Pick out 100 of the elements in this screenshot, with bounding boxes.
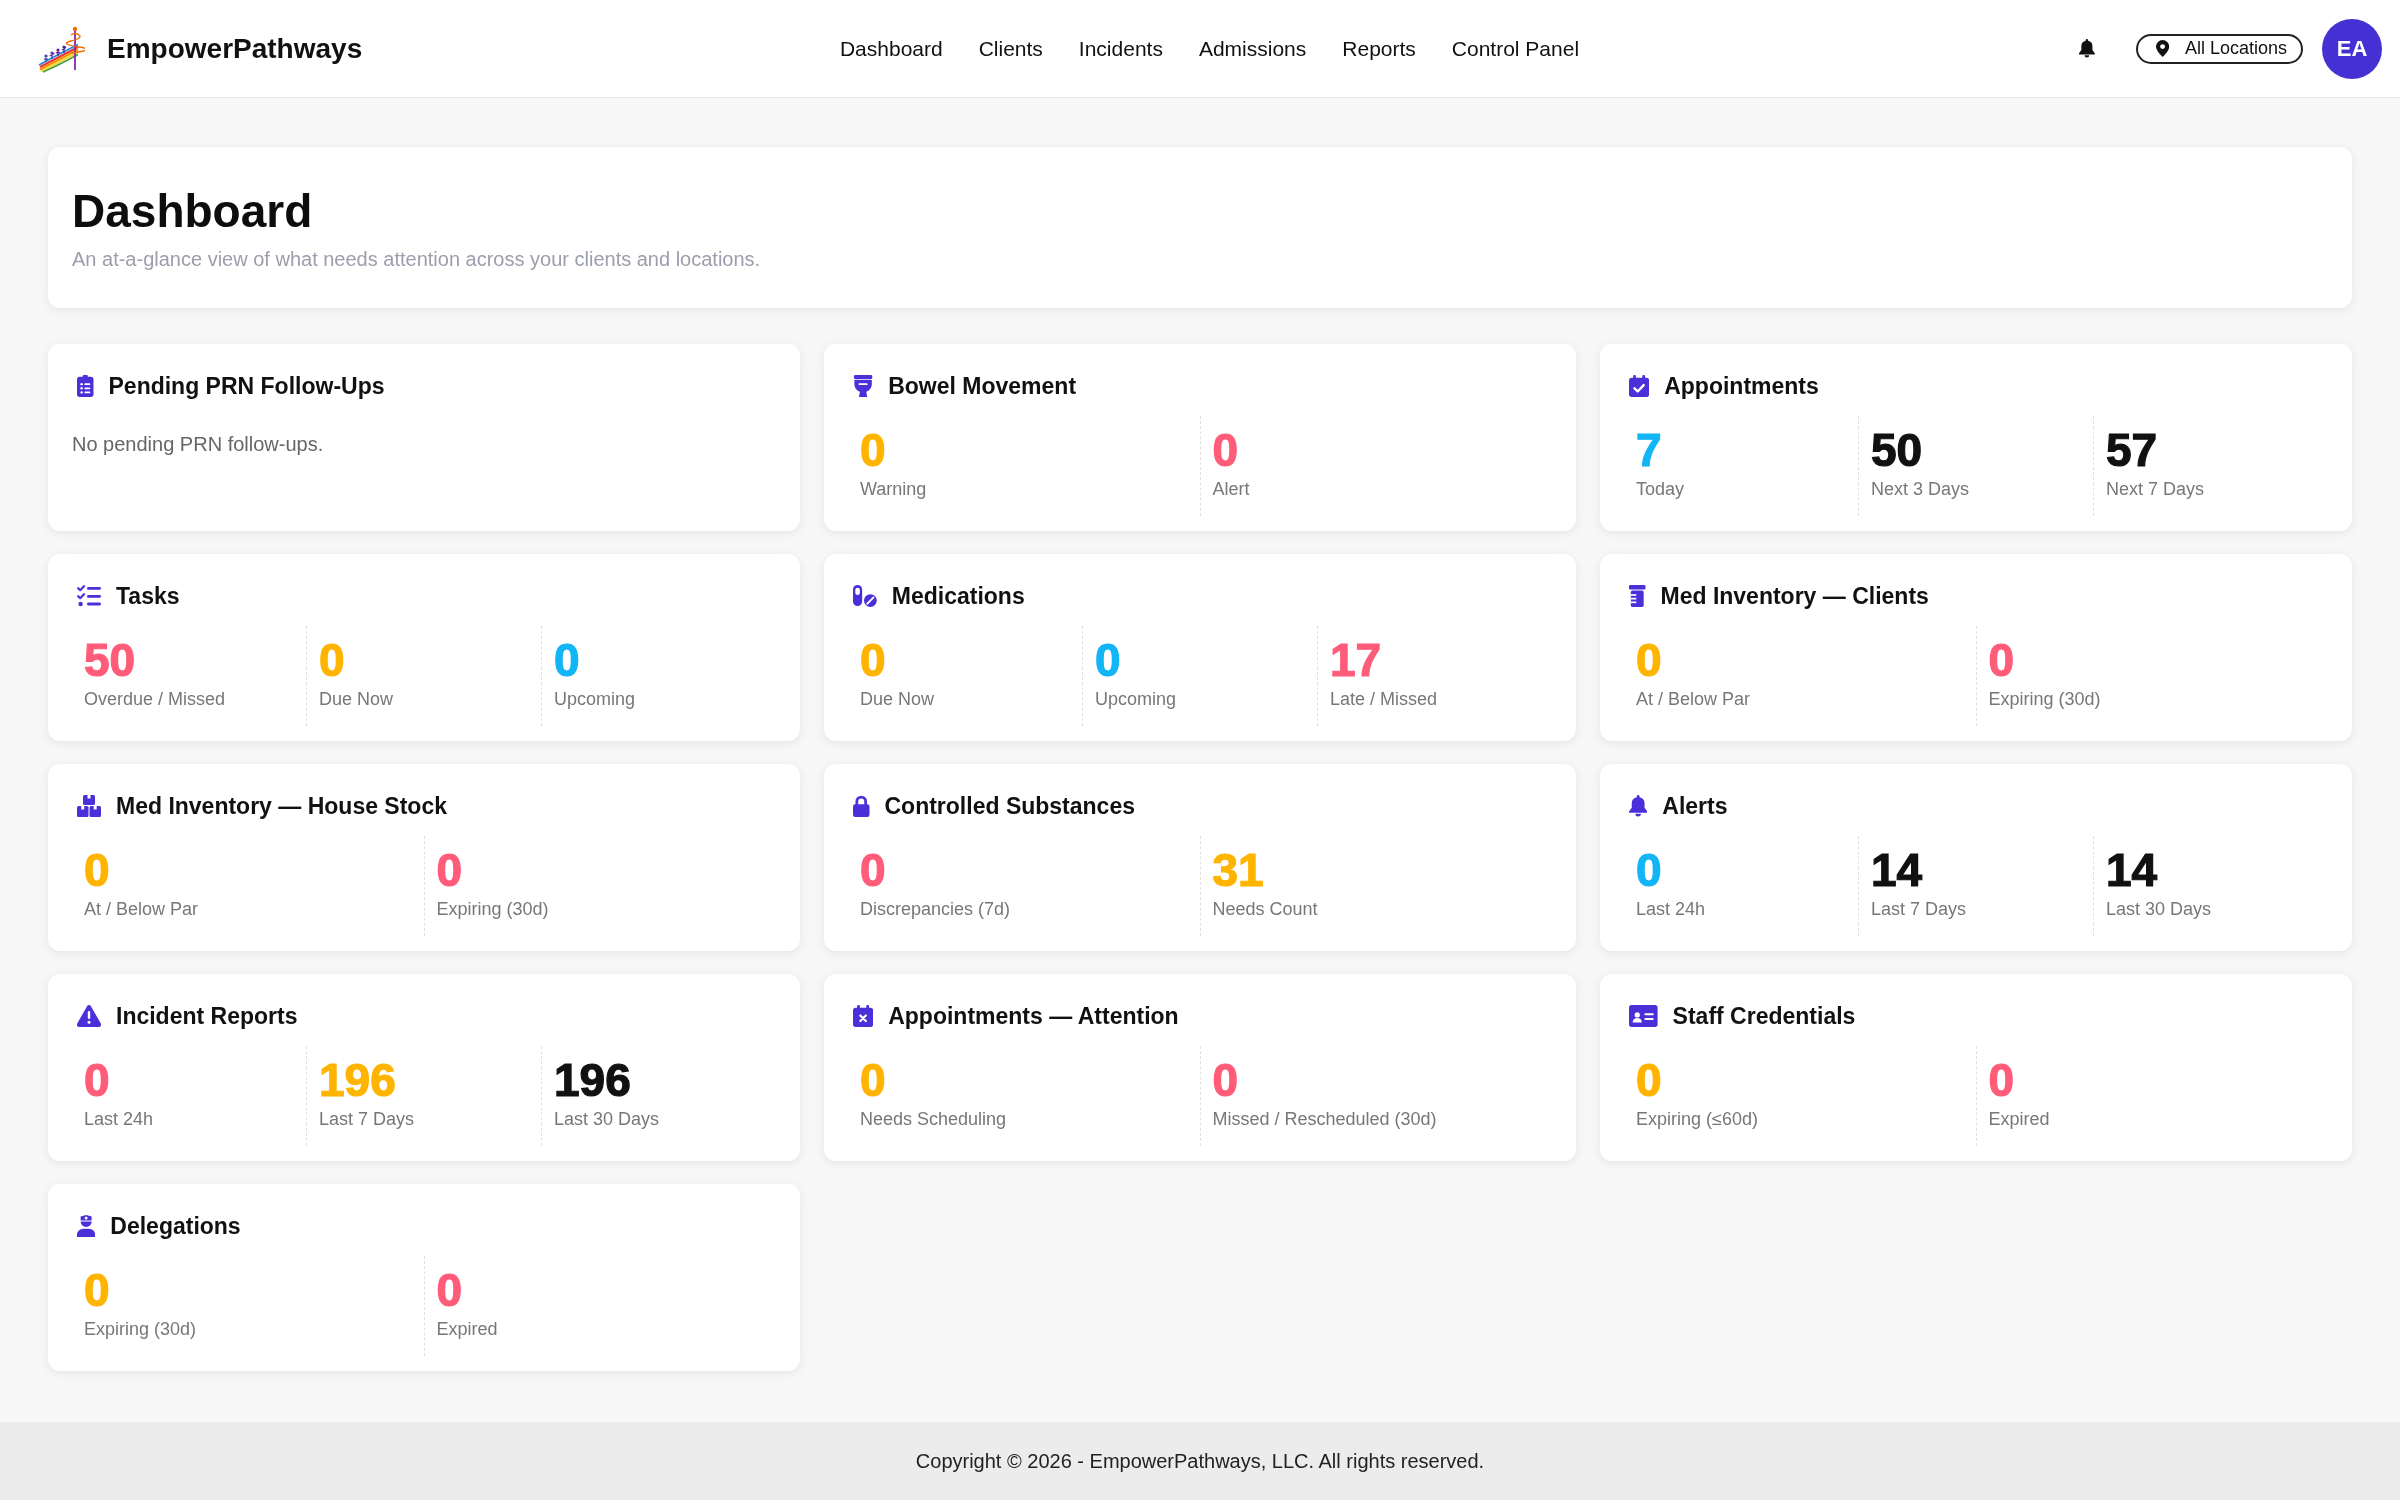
stat-value: 0 (1636, 1054, 1662, 1106)
stat-label: Upcoming (554, 688, 636, 711)
stat-label: Last 24h (84, 1108, 154, 1131)
stat-value: 14 (1871, 844, 1923, 896)
card-title: Appointments — Attention (888, 1002, 1179, 1031)
stat-value: 0 (860, 424, 886, 476)
list-check-icon (77, 585, 101, 607)
card-title: Alerts (1662, 792, 1728, 821)
calendar-x-icon (853, 1005, 874, 1027)
stat-label: At / Below Par (84, 898, 199, 921)
stat-value: 0 (1636, 634, 1662, 686)
stat-value: 50 (84, 634, 136, 686)
stat-label: Expiring (30d) (1988, 688, 2101, 711)
stat-label: Late / Missed (1330, 688, 1438, 711)
stat-value: 17 (1330, 634, 1382, 686)
stat-label: Expired (1988, 1108, 2050, 1131)
copyright-text: Copyright © 2026 - EmpowerPathways, LLC. All rights reserved. (915, 1449, 1485, 1473)
card-title: Staff Credentials (1672, 1002, 1856, 1031)
warning-icon (77, 1005, 101, 1027)
calendar-check-icon (1629, 375, 1650, 397)
stat-value: 0 (319, 634, 345, 686)
notification-bell-icon[interactable] (2078, 39, 2095, 58)
stat-value: 0 (1212, 1054, 1239, 1106)
stat-label: Last 7 Days (1871, 898, 1967, 921)
card-title: Incident Reports (116, 1002, 298, 1031)
card-title: Delegations (110, 1212, 241, 1241)
stat-value: 0 (84, 844, 110, 896)
nav-link[interactable]: Control Panel (1451, 36, 1580, 61)
stat-label: Discrepancies (7d) (860, 898, 1011, 921)
stat-value: 0 (860, 634, 886, 686)
card-title: Pending PRN Follow-Ups (108, 372, 385, 401)
stat-label: Next 7 Days (2106, 478, 2205, 501)
stat-value: 0 (1095, 634, 1121, 686)
stat-label: Warning (860, 478, 927, 501)
stat-value: 196 (319, 1054, 396, 1106)
location-button[interactable]: All Locations (2135, 33, 2303, 64)
stat-value: 0 (860, 844, 886, 896)
stat-value: 50 (1871, 424, 1923, 476)
stat-label: Today (1636, 478, 1685, 501)
stat-label: Needs Scheduling (860, 1108, 1007, 1131)
stat-label: At / Below Par (1636, 688, 1751, 711)
toilet-icon (853, 375, 874, 397)
card-title: Medications (891, 582, 1025, 611)
card-title: Bowel Movement (888, 372, 1077, 401)
stat-label: Last 7 Days (319, 1108, 415, 1131)
nav-link[interactable]: Reports (1342, 36, 1416, 61)
stat-value: 0 (554, 634, 580, 686)
stat-value: 196 (554, 1054, 631, 1106)
stat-value: 0 (436, 1264, 463, 1316)
pill-bottle-icon (1629, 585, 1646, 607)
empty-message: No pending PRN follow-ups. (72, 432, 324, 457)
lock-icon (853, 795, 870, 817)
stat-value: 31 (1212, 844, 1264, 896)
stat-label: Expired (436, 1318, 498, 1341)
stat-label: Expiring (30d) (84, 1318, 197, 1341)
map-pin-icon (2155, 40, 2169, 57)
pills-icon (853, 585, 877, 607)
clipboard-list-icon (77, 375, 94, 397)
nav-link[interactable]: Incidents (1078, 36, 1163, 61)
stat-label: Last 24h (1636, 898, 1706, 921)
card-title: Tasks (116, 582, 180, 611)
stat-value: 57 (2106, 424, 2158, 476)
stat-label: Next 3 Days (1871, 478, 1970, 501)
stat-value: 0 (1988, 634, 2015, 686)
id-card-icon (1629, 1005, 1658, 1027)
stat-label: Needs Count (1212, 898, 1318, 921)
rainbow-people-icon[interactable] (37, 24, 85, 73)
card-title: Appointments (1664, 372, 1819, 401)
nav-link[interactable]: Clients (978, 36, 1043, 61)
stat-label: Alert (1212, 478, 1250, 501)
nav-link[interactable]: Admissions (1198, 36, 1307, 61)
stat-value: 0 (860, 1054, 886, 1106)
stat-value: 0 (1988, 1054, 2015, 1106)
stat-label: Expiring (≤60d) (1636, 1108, 1758, 1131)
bell-icon (1629, 795, 1648, 817)
stat-label: Due Now (319, 688, 394, 711)
boxes-icon (77, 795, 101, 817)
stat-value: 14 (2106, 844, 2158, 896)
stat-label: Overdue / Missed (84, 688, 226, 711)
stat-label: Missed / Rescheduled (30d) (1212, 1108, 1437, 1131)
user-avatar[interactable]: EA (2322, 18, 2382, 79)
nav-link[interactable]: Dashboard (839, 36, 943, 61)
stat-value: 7 (1636, 424, 1662, 476)
card-title: Med Inventory — House Stock (116, 792, 447, 821)
stat-value: 0 (436, 844, 463, 896)
card-title: Med Inventory — Clients (1660, 582, 1929, 611)
page-subtitle: An at-a-glance view of what needs attention across your clients and locations. (72, 247, 761, 272)
stat-label: Last 30 Days (554, 1108, 660, 1131)
stat-label: Expiring (30d) (436, 898, 549, 921)
stat-label: Upcoming (1095, 688, 1177, 711)
stat-value: 0 (84, 1054, 110, 1106)
page-title: Dashboard (72, 184, 313, 239)
stat-label: Due Now (860, 688, 935, 711)
card-title: Controlled Substances (884, 792, 1135, 821)
stat-value: 0 (1636, 844, 1662, 896)
person-icon (77, 1215, 96, 1237)
stat-value: 0 (1212, 424, 1239, 476)
stat-value: 0 (84, 1264, 110, 1316)
brand-link[interactable]: EmpowerPathways (107, 32, 363, 65)
stat-label: Last 30 Days (2106, 898, 2212, 921)
